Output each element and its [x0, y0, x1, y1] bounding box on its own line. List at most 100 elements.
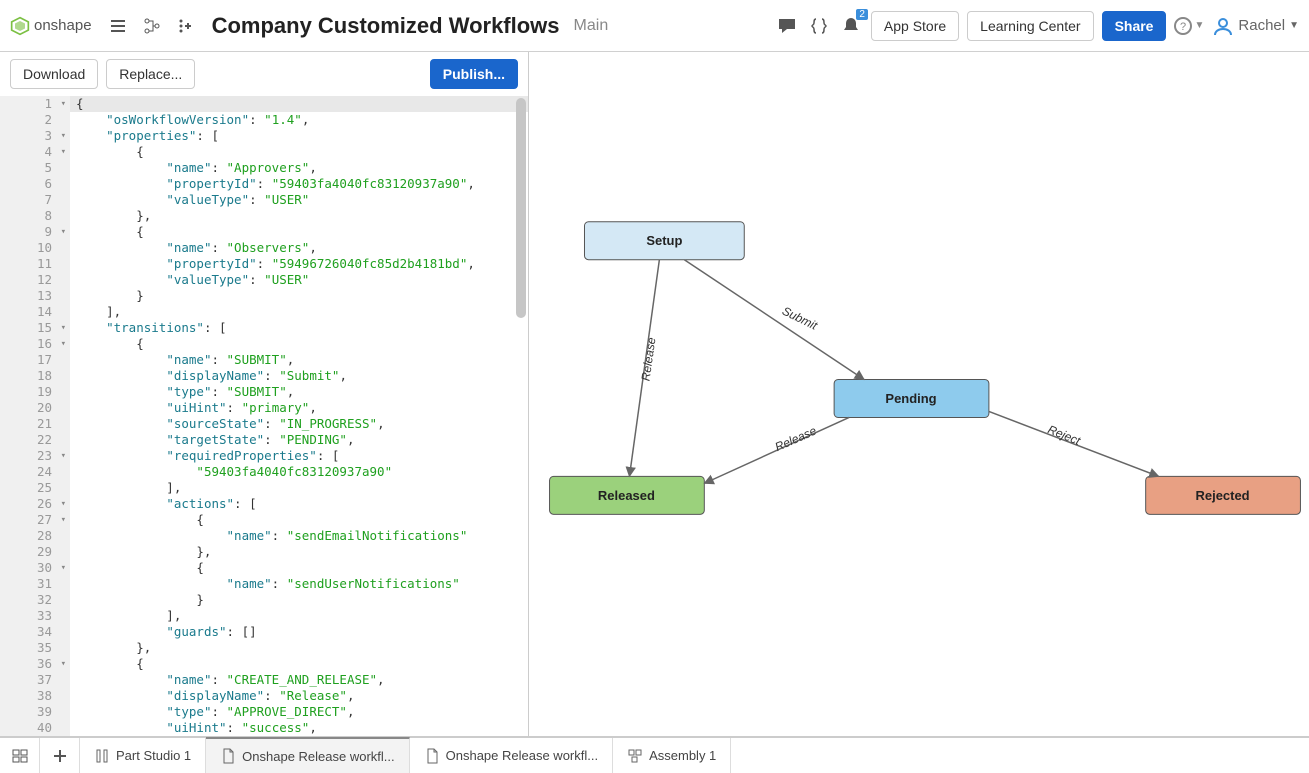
code-content: "requiredProperties": [ — [70, 448, 339, 464]
workflow-diagram[interactable]: Setup Pending Released Rejected Submit R… — [529, 52, 1309, 736]
code-line[interactable]: 22 "targetState": "PENDING", — [0, 432, 528, 448]
code-content: }, — [70, 544, 211, 560]
code-content: "name": "Observers", — [70, 240, 317, 256]
code-line[interactable]: 7 "valueType": "USER" — [0, 192, 528, 208]
tab-manager-icon[interactable] — [0, 738, 40, 773]
code-line[interactable]: 14 ], — [0, 304, 528, 320]
code-line[interactable]: 17 "name": "SUBMIT", — [0, 352, 528, 368]
code-line[interactable]: 5 "name": "Approvers", — [0, 160, 528, 176]
line-number: 19 — [0, 384, 70, 400]
code-content: "uiHint": "success", — [70, 720, 317, 736]
menu-icon[interactable] — [106, 14, 130, 38]
code-line[interactable]: 29 }, — [0, 544, 528, 560]
code-line[interactable]: 37 "name": "CREATE_AND_RELEASE", — [0, 672, 528, 688]
code-line[interactable]: 10 "name": "Observers", — [0, 240, 528, 256]
braces-icon[interactable] — [807, 14, 831, 38]
tab-label: Part Studio 1 — [116, 748, 191, 763]
add-tab-icon[interactable] — [40, 738, 80, 773]
comment-icon[interactable] — [775, 14, 799, 38]
code-line[interactable]: 33 ], — [0, 608, 528, 624]
code-content: { — [70, 336, 144, 352]
line-number: 10 — [0, 240, 70, 256]
tree-icon[interactable] — [140, 14, 164, 38]
code-content: }, — [70, 208, 151, 224]
user-menu[interactable]: Rachel ▼ — [1212, 15, 1299, 37]
line-number: 5 — [0, 160, 70, 176]
code-content: { — [70, 144, 144, 160]
app-store-button[interactable]: App Store — [871, 11, 959, 41]
code-line[interactable]: 40 "uiHint": "success", — [0, 720, 528, 736]
code-line[interactable]: 13 } — [0, 288, 528, 304]
code-content: { — [70, 512, 204, 528]
document-tab[interactable]: Part Studio 1 — [80, 738, 206, 773]
code-line[interactable]: 27 { — [0, 512, 528, 528]
code-content: } — [70, 592, 204, 608]
code-line[interactable]: 39 "type": "APPROVE_DIRECT", — [0, 704, 528, 720]
line-number: 27 — [0, 512, 70, 528]
code-line[interactable]: 20 "uiHint": "primary", — [0, 400, 528, 416]
code-line[interactable]: 32 } — [0, 592, 528, 608]
notifications-icon[interactable]: 2 — [839, 14, 863, 38]
publish-button[interactable]: Publish... — [430, 59, 518, 89]
code-line[interactable]: 19 "type": "SUBMIT", — [0, 384, 528, 400]
code-content: "transitions": [ — [70, 320, 227, 336]
line-number: 38 — [0, 688, 70, 704]
code-content: "name": "SUBMIT", — [70, 352, 294, 368]
document-tab[interactable]: Assembly 1 — [613, 738, 731, 773]
replace-button[interactable]: Replace... — [106, 59, 195, 89]
edge-reject-label: Reject — [1046, 422, 1083, 448]
code-line[interactable]: 24 "59403fa4040fc83120937a90" — [0, 464, 528, 480]
line-number: 26 — [0, 496, 70, 512]
code-line[interactable]: 6 "propertyId": "59403fa4040fc83120937a9… — [0, 176, 528, 192]
code-line[interactable]: 25 ], — [0, 480, 528, 496]
code-line[interactable]: 8 }, — [0, 208, 528, 224]
code-line[interactable]: 9 { — [0, 224, 528, 240]
code-line[interactable]: 12 "valueType": "USER" — [0, 272, 528, 288]
code-line[interactable]: 38 "displayName": "Release", — [0, 688, 528, 704]
download-button[interactable]: Download — [10, 59, 98, 89]
code-content: "guards": [] — [70, 624, 257, 640]
code-line[interactable]: 1{ — [0, 96, 528, 112]
code-line[interactable]: 3 "properties": [ — [0, 128, 528, 144]
svg-text:?: ? — [1180, 21, 1186, 33]
code-line[interactable]: 36 { — [0, 656, 528, 672]
branch-label[interactable]: Main — [574, 17, 609, 35]
code-content: "59403fa4040fc83120937a90" — [70, 464, 392, 480]
line-number: 18 — [0, 368, 70, 384]
code-line[interactable]: 26 "actions": [ — [0, 496, 528, 512]
code-line[interactable]: 30 { — [0, 560, 528, 576]
code-line[interactable]: 34 "guards": [] — [0, 624, 528, 640]
line-number: 29 — [0, 544, 70, 560]
code-line[interactable]: 35 }, — [0, 640, 528, 656]
learning-center-button[interactable]: Learning Center — [967, 11, 1093, 41]
onshape-logo-icon — [10, 16, 30, 36]
code-content: ], — [70, 480, 181, 496]
scrollbar-thumb[interactable] — [516, 98, 526, 318]
line-number: 34 — [0, 624, 70, 640]
code-line[interactable]: 16 { — [0, 336, 528, 352]
code-line[interactable]: 23 "requiredProperties": [ — [0, 448, 528, 464]
code-line[interactable]: 28 "name": "sendEmailNotifications" — [0, 528, 528, 544]
line-number: 1 — [0, 96, 70, 112]
code-content: "actions": [ — [70, 496, 257, 512]
code-line[interactable]: 2 "osWorkflowVersion": "1.4", — [0, 112, 528, 128]
code-line[interactable]: 4 { — [0, 144, 528, 160]
line-number: 11 — [0, 256, 70, 272]
line-number: 14 — [0, 304, 70, 320]
document-tab[interactable]: Onshape Release workfl... — [206, 737, 409, 773]
code-editor[interactable]: 1{2 "osWorkflowVersion": "1.4",3 "proper… — [0, 96, 528, 736]
code-line[interactable]: 18 "displayName": "Submit", — [0, 368, 528, 384]
code-line[interactable]: 21 "sourceState": "IN_PROGRESS", — [0, 416, 528, 432]
tab-label: Onshape Release workfl... — [242, 749, 394, 764]
code-line[interactable]: 15 "transitions": [ — [0, 320, 528, 336]
help-menu[interactable]: ?▼ — [1174, 17, 1204, 35]
code-line[interactable]: 11 "propertyId": "59496726040fc85d2b4181… — [0, 256, 528, 272]
document-tab[interactable]: Onshape Release workfl... — [410, 738, 613, 773]
logo[interactable]: onshape — [10, 16, 92, 36]
line-number: 15 — [0, 320, 70, 336]
code-line[interactable]: 31 "name": "sendUserNotifications" — [0, 576, 528, 592]
assembly-icon — [627, 748, 643, 764]
insert-icon[interactable] — [174, 14, 198, 38]
line-number: 7 — [0, 192, 70, 208]
share-button[interactable]: Share — [1102, 11, 1167, 41]
